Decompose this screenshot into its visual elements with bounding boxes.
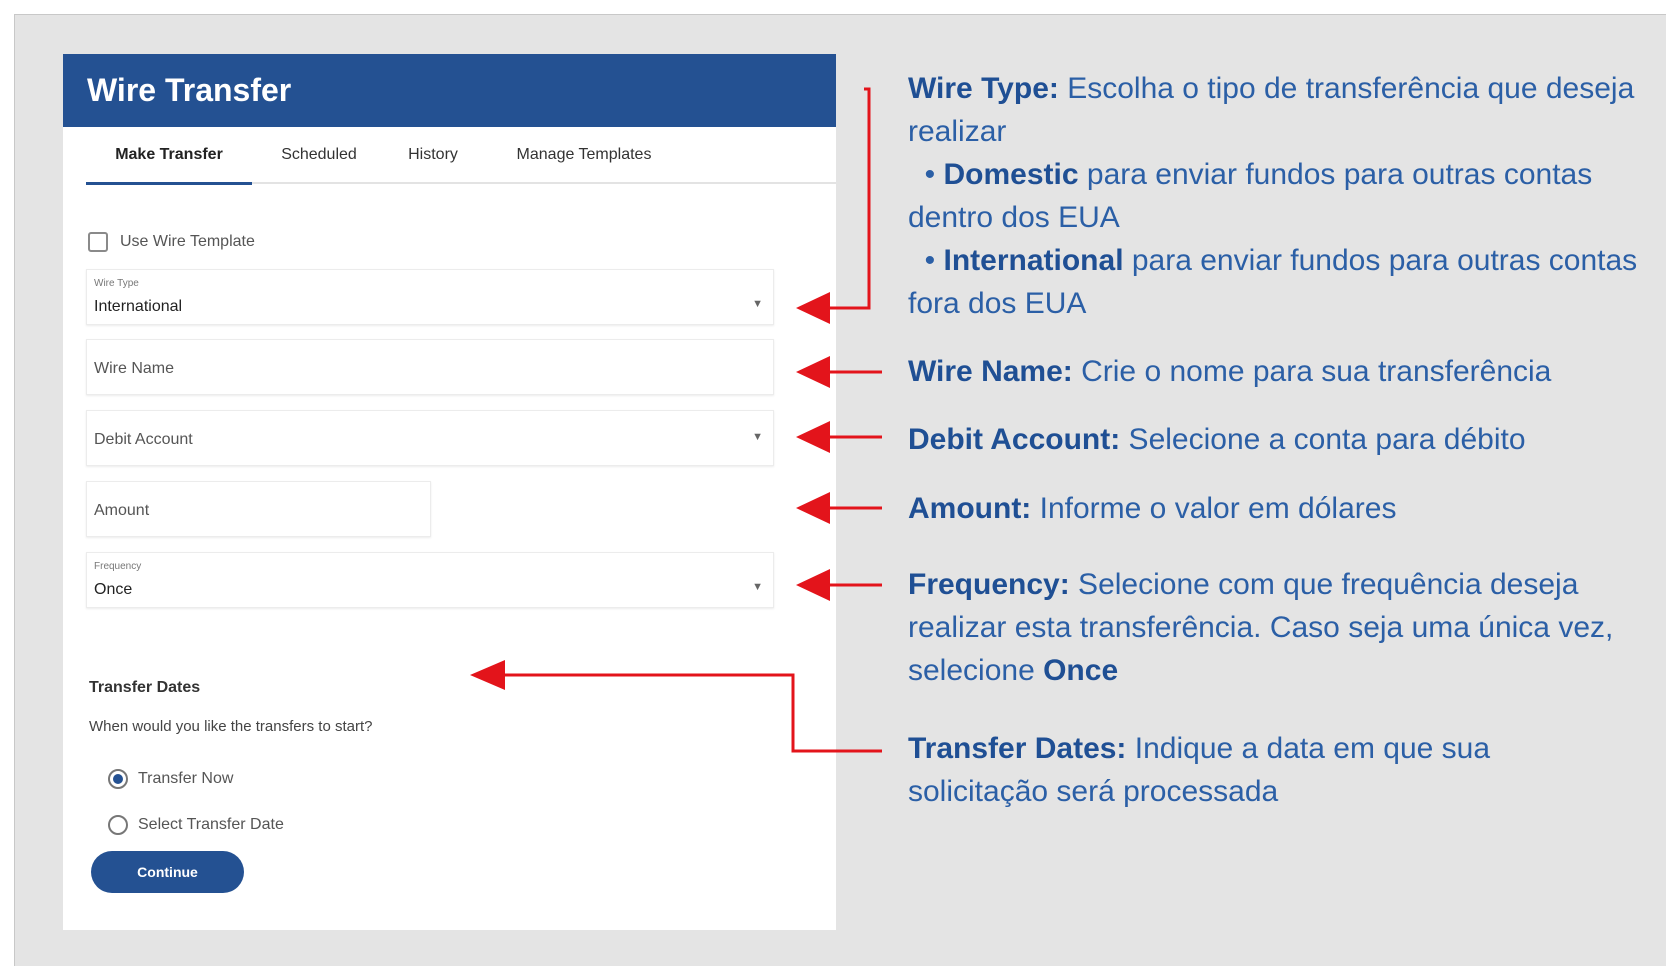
arrowhead-icon bbox=[470, 660, 505, 690]
arrowhead-icon bbox=[796, 569, 830, 601]
annotation-title: Debit Account: bbox=[908, 423, 1121, 456]
annotation-title: Frequency: bbox=[908, 568, 1070, 601]
wire-type-connector bbox=[816, 87, 871, 310]
annotation-title: Transfer Dates: bbox=[908, 732, 1127, 765]
annotation-wire-type: Wire Type: Escolha o tipo de transferênc… bbox=[908, 72, 1638, 320]
arrowhead-icon bbox=[796, 421, 830, 453]
annotation-bold-end: Once bbox=[1043, 654, 1119, 687]
arrowhead-icon bbox=[796, 292, 830, 324]
annotation-text: Selecione a conta para débito bbox=[1120, 423, 1526, 456]
annotation-wire-name: Wire Name: Crie o nome para sua transfer… bbox=[908, 350, 1551, 393]
annotation-title: Amount: bbox=[908, 492, 1032, 525]
bullet-bold: Domestic bbox=[943, 158, 1079, 191]
annotation-text: Crie o nome para sua transferência bbox=[1072, 355, 1552, 388]
transfer-dates-connector bbox=[503, 673, 882, 753]
annotation-text: Informe o valor em dólares bbox=[1031, 492, 1397, 525]
arrowhead-icon bbox=[796, 492, 830, 524]
annotation-title: Wire Name: bbox=[908, 355, 1073, 388]
annotation-transfer-dates: Transfer Dates: Indique a data em que su… bbox=[908, 727, 1548, 813]
annotation-title: Wire Type: bbox=[908, 72, 1059, 105]
annotation-amount: Amount: Informe o valor em dólares bbox=[908, 487, 1396, 530]
annotation-frequency: Frequency: Selecione com que frequência … bbox=[908, 563, 1648, 692]
arrowhead-icon bbox=[796, 356, 830, 388]
bullet-bold: International bbox=[943, 244, 1124, 277]
annotation-debit-account: Debit Account: Selecione a conta para dé… bbox=[908, 418, 1526, 461]
